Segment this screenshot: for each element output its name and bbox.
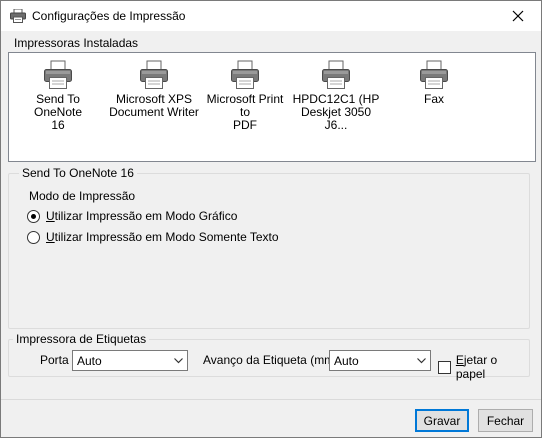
- printer-name-line2: Deskjet 3050 J6...: [300, 105, 372, 132]
- porta-select[interactable]: Auto: [72, 350, 188, 371]
- printer-icon: [420, 60, 448, 89]
- print-mode-label: Modo de Impressão: [29, 189, 136, 203]
- window-title: Configurações de Impressão: [32, 9, 186, 23]
- avanco-value: Auto: [334, 353, 359, 368]
- printer-name-line2: PDF: [233, 118, 257, 132]
- porta-value: Auto: [77, 353, 102, 368]
- printer-item-send-to-onenote[interactable]: Send To OneNote 16: [11, 55, 105, 155]
- selected-printer-title: Send To OneNote 16: [19, 166, 137, 180]
- radio-text-only-mode[interactable]: Utilizar Impressão em Modo Somente Texto: [27, 230, 279, 244]
- printer-icon: [44, 60, 72, 89]
- save-button[interactable]: Gravar: [415, 409, 469, 432]
- printer-name-line1: Send To OneNote: [33, 92, 83, 119]
- printer-app-icon: [10, 8, 26, 23]
- close-window-button[interactable]: [495, 1, 541, 31]
- label-text: tilizar Impressão em Modo Somente Texto: [54, 230, 279, 244]
- printer-name-line1: Microsoft Print to: [206, 92, 284, 119]
- selected-printer-group: Send To OneNote 16 Modo de Impressão Uti…: [8, 166, 530, 329]
- porta-label: Porta: [40, 353, 69, 367]
- label-printer-group: Impressora de Etiquetas Porta Auto Avanç…: [8, 332, 530, 381]
- access-key: E: [455, 353, 464, 367]
- label-printer-title: Impressora de Etiquetas: [13, 332, 150, 346]
- radio-text-only-mode-label: Utilizar Impressão em Modo Somente Texto: [46, 230, 279, 244]
- printer-icon: [231, 60, 259, 89]
- eject-paper-label: Ejetar o papel: [456, 353, 529, 381]
- print-settings-window: Configurações de Impressão Impressoras I…: [0, 0, 542, 438]
- chevron-down-icon: [413, 357, 430, 364]
- footer-separator: [1, 399, 541, 400]
- radio-button[interactable]: [27, 209, 40, 223]
- printer-name-line2: Document Writer: [109, 105, 199, 119]
- avanco-select[interactable]: Auto: [329, 350, 431, 371]
- radio-selected-dot: [31, 213, 36, 219]
- radio-graphic-mode-label: Utilizar Impressão em Modo Gráfico: [46, 209, 237, 223]
- installed-printers-list[interactable]: Send To OneNote 16 Microsoft XPS Documen…: [8, 52, 536, 162]
- printer-item-fax[interactable]: Fax: [387, 55, 481, 155]
- printer-icon: [140, 60, 168, 89]
- printer-name-line2: 16: [51, 118, 65, 132]
- avanco-label: Avanço da Etiqueta (mm): [203, 353, 339, 367]
- close-button[interactable]: Fechar: [478, 409, 533, 432]
- access-key: U: [46, 230, 55, 244]
- printer-item-microsoft-print-to-pdf[interactable]: Microsoft Print to PDF: [198, 55, 292, 155]
- close-icon: [512, 10, 524, 22]
- chevron-down-icon: [170, 357, 187, 364]
- label-text: tilizar Impressão em Modo Gráfico: [54, 209, 238, 223]
- installed-printers-label: Impressoras Instaladas: [14, 36, 139, 50]
- printer-name-line1: Fax: [423, 92, 444, 106]
- printer-item-hpdc12c1[interactable]: HPDC12C1 (HP Deskjet 3050 J6...: [289, 55, 383, 155]
- title-bar: Configurações de Impressão: [1, 1, 541, 31]
- eject-paper-checkbox[interactable]: [438, 360, 451, 374]
- printer-item-microsoft-xps[interactable]: Microsoft XPS Document Writer: [107, 55, 201, 155]
- eject-paper-checkbox-row[interactable]: Ejetar o papel: [438, 353, 529, 381]
- printer-icon: [322, 60, 350, 89]
- access-key: U: [46, 209, 55, 223]
- radio-button[interactable]: [27, 230, 40, 244]
- radio-graphic-mode[interactable]: Utilizar Impressão em Modo Gráfico: [27, 209, 237, 223]
